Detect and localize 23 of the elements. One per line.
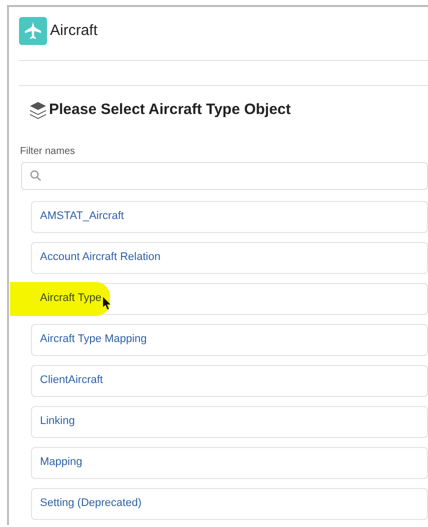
object-link[interactable]: Linking xyxy=(40,413,75,430)
search-icon xyxy=(30,170,41,181)
object-link[interactable]: ClientAircraft xyxy=(40,372,103,389)
object-link[interactable]: Aircraft Type xyxy=(40,290,102,307)
object-list-item[interactable]: Account Aircraft Relation xyxy=(31,242,428,274)
page-title: Aircraft xyxy=(50,20,98,41)
cursor-icon xyxy=(102,297,112,310)
object-list-item[interactable]: AMSTAT_Aircraft xyxy=(31,200,428,232)
object-list-item[interactable]: Linking xyxy=(31,406,428,438)
object-list-item[interactable]: Mapping xyxy=(31,446,428,478)
filter-label: Filter names xyxy=(20,144,76,158)
filter-search-field[interactable] xyxy=(21,162,428,190)
layers-icon xyxy=(29,101,47,120)
object-list-item[interactable]: Aircraft Type Mapping xyxy=(31,324,428,356)
object-list-item[interactable]: Setting (Deprecated) xyxy=(31,488,428,520)
panel-title: Please Select Aircraft Type Object xyxy=(49,100,291,120)
object-link[interactable]: Aircraft Type Mapping xyxy=(40,331,147,348)
object-link[interactable]: AMSTAT_Aircraft xyxy=(40,208,124,225)
airplane-icon xyxy=(19,17,47,45)
object-link[interactable]: Account Aircraft Relation xyxy=(40,249,160,266)
object-link[interactable]: Mapping xyxy=(40,454,82,471)
object-link[interactable]: Setting (Deprecated) xyxy=(40,495,142,512)
object-list-item[interactable]: ClientAircraft xyxy=(31,364,428,396)
